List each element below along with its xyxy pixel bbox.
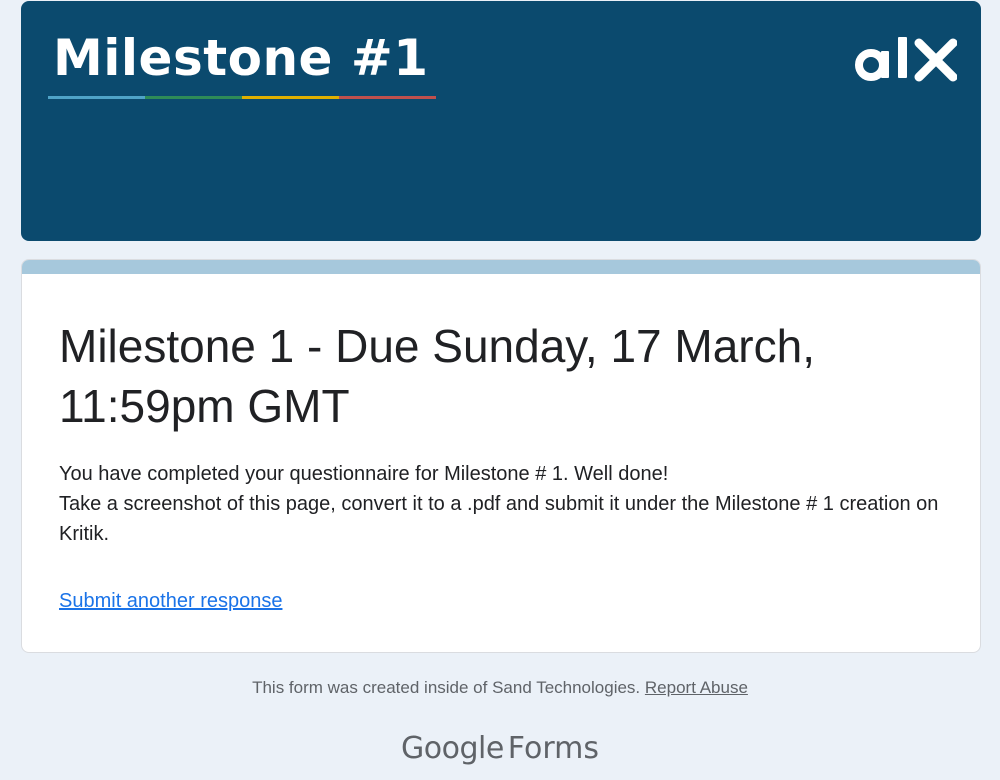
stripe-segment-yellow [242, 96, 339, 99]
alx-logo-icon [855, 37, 957, 82]
forms-wordmark: Forms [507, 731, 599, 766]
google-forms-logo[interactable]: Google Forms [0, 726, 1000, 772]
submit-another-response-link[interactable]: Submit another response [59, 587, 282, 615]
stripe-segment-red [339, 96, 436, 99]
card-accent-bar [22, 260, 980, 274]
form-title: Milestone 1 - Due Sunday, 17 March, 11:5… [59, 320, 815, 432]
banner-color-stripe [48, 96, 436, 99]
created-by-text: This form was created inside of Sand Tec… [252, 678, 641, 697]
confirmation-card: Milestone 1 - Due Sunday, 17 March, 11:5… [21, 259, 981, 653]
google-wordmark: Google [401, 731, 504, 766]
stripe-segment-green [145, 96, 242, 99]
message-line: You have completed your questionnaire fo… [59, 463, 669, 485]
confirmation-message: You have completed your questionnaire fo… [59, 459, 939, 549]
message-line: Take a screenshot of this page, convert … [59, 493, 939, 545]
stripe-segment-blue [48, 96, 145, 99]
report-abuse-link[interactable]: Report Abuse [645, 678, 748, 697]
form-header-banner: Milestone #1 [21, 1, 981, 241]
banner-title: Milestone #1 [53, 29, 429, 87]
form-footer-note: This form was created inside of Sand Tec… [0, 676, 1000, 700]
